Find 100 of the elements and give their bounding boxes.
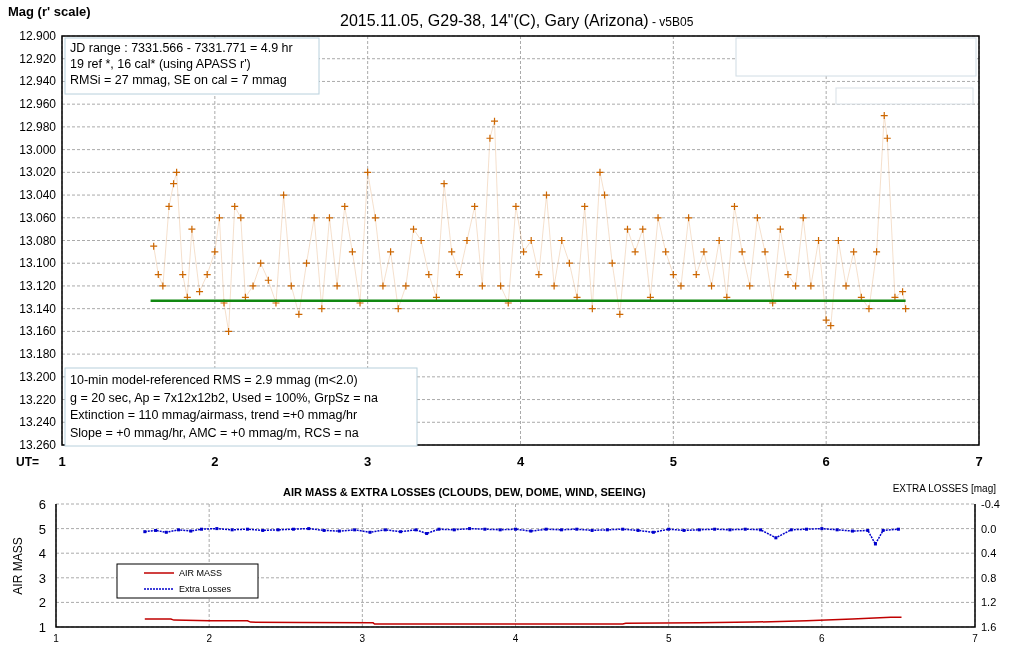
point bbox=[789, 528, 793, 532]
data-point bbox=[172, 168, 181, 177]
data-point bbox=[814, 236, 823, 245]
point bbox=[177, 528, 181, 532]
data-point bbox=[340, 202, 349, 211]
data-point bbox=[478, 281, 487, 291]
point bbox=[774, 536, 778, 540]
point bbox=[636, 528, 640, 532]
y-axis-title: AIR MASS bbox=[11, 537, 25, 595]
data-point bbox=[783, 270, 793, 279]
point bbox=[483, 527, 487, 531]
data-point bbox=[880, 111, 889, 120]
data-point bbox=[203, 270, 212, 279]
point bbox=[307, 527, 311, 531]
point bbox=[682, 528, 686, 532]
point bbox=[353, 528, 357, 532]
data-point bbox=[653, 213, 663, 222]
point bbox=[544, 527, 548, 531]
y-tick-label: 13.080 bbox=[19, 233, 56, 248]
data-point bbox=[310, 213, 319, 222]
data-point bbox=[371, 213, 380, 222]
data-point bbox=[883, 134, 892, 143]
data-point bbox=[799, 213, 808, 222]
x-tick-label: 2 bbox=[206, 633, 212, 644]
y2-tick-label: 0.0 bbox=[981, 522, 997, 535]
y-tick-label: 13.180 bbox=[19, 347, 56, 362]
data-point bbox=[363, 168, 372, 177]
y-tick-label: 12.980 bbox=[19, 119, 56, 134]
data-point bbox=[187, 225, 196, 234]
y-tick-label: 13.000 bbox=[19, 142, 56, 157]
chart-title: 2015.11.05, G29-38, 14"(C), Gary (Arizona) bbox=[340, 12, 649, 29]
data-point bbox=[183, 293, 192, 302]
data-point bbox=[169, 179, 178, 188]
point bbox=[261, 528, 265, 532]
x-tick-label: 1 bbox=[53, 633, 59, 644]
data-point bbox=[557, 236, 566, 245]
y-tick-label: 13.060 bbox=[19, 210, 56, 225]
data-point bbox=[707, 281, 716, 291]
data-point bbox=[511, 202, 520, 211]
chart-title: AIR MASS & EXTRA LOSSES (CLOUDS, DEW, DOME, WIND, SEEING) bbox=[283, 486, 646, 498]
point bbox=[189, 529, 193, 533]
point bbox=[245, 527, 249, 531]
x-axis-prefix: UT= bbox=[16, 455, 39, 469]
x-tick-label: 7 bbox=[972, 633, 978, 644]
data-point bbox=[676, 281, 686, 291]
data-point bbox=[745, 281, 754, 291]
data-point bbox=[432, 293, 441, 302]
point bbox=[230, 528, 234, 532]
y-tick-label: 13.260 bbox=[19, 438, 56, 452]
data-point bbox=[424, 270, 433, 279]
data-point bbox=[279, 190, 288, 200]
y-tick-label: 13.100 bbox=[19, 256, 56, 271]
data-point bbox=[519, 247, 528, 256]
data-point bbox=[333, 281, 342, 291]
data-point bbox=[325, 213, 334, 222]
y2-tick-label: 0.8 bbox=[981, 571, 997, 584]
data-point bbox=[542, 190, 551, 200]
point bbox=[215, 527, 219, 531]
data-point bbox=[550, 281, 559, 291]
point bbox=[414, 528, 418, 532]
data-point bbox=[294, 310, 303, 319]
data-point bbox=[348, 247, 357, 256]
data-point bbox=[898, 287, 907, 296]
data-point bbox=[490, 117, 499, 126]
data-point bbox=[608, 259, 617, 268]
data-point bbox=[485, 134, 495, 143]
point bbox=[667, 527, 671, 531]
y-tick-label: 5 bbox=[38, 521, 46, 537]
y-tick-label: 13.120 bbox=[19, 278, 56, 293]
data-point bbox=[241, 293, 250, 302]
y-tick-label: 4 bbox=[38, 546, 46, 562]
data-point bbox=[210, 247, 219, 256]
data-point bbox=[738, 247, 747, 256]
point bbox=[154, 528, 158, 532]
data-point bbox=[615, 310, 624, 319]
data-point bbox=[565, 259, 574, 268]
data-point bbox=[699, 247, 708, 256]
point bbox=[820, 527, 824, 531]
data-point bbox=[669, 270, 678, 279]
y-tick-label: 12.900 bbox=[19, 29, 56, 43]
point bbox=[743, 527, 747, 531]
point bbox=[452, 528, 456, 532]
data-point bbox=[236, 213, 245, 222]
data-point bbox=[834, 236, 843, 245]
data-point bbox=[534, 270, 543, 279]
data-point bbox=[195, 287, 204, 296]
y-tick-label: 12.920 bbox=[19, 51, 56, 66]
point bbox=[728, 528, 732, 532]
data-point bbox=[722, 293, 731, 302]
legend-line-swatch bbox=[143, 572, 175, 574]
data-point bbox=[154, 270, 163, 279]
info-text: JD range : 7331.566 - 7331.771 = 4.9 hr bbox=[70, 41, 293, 55]
point bbox=[866, 528, 870, 532]
y-tick-label: 13.020 bbox=[19, 165, 56, 180]
data-point bbox=[158, 281, 167, 291]
y-tick-label: 13.240 bbox=[19, 415, 56, 430]
legend-label: AIR MASS bbox=[179, 568, 222, 578]
data-point bbox=[462, 236, 472, 245]
y-tick-label: 12.940 bbox=[19, 74, 56, 89]
data-point bbox=[826, 321, 835, 330]
